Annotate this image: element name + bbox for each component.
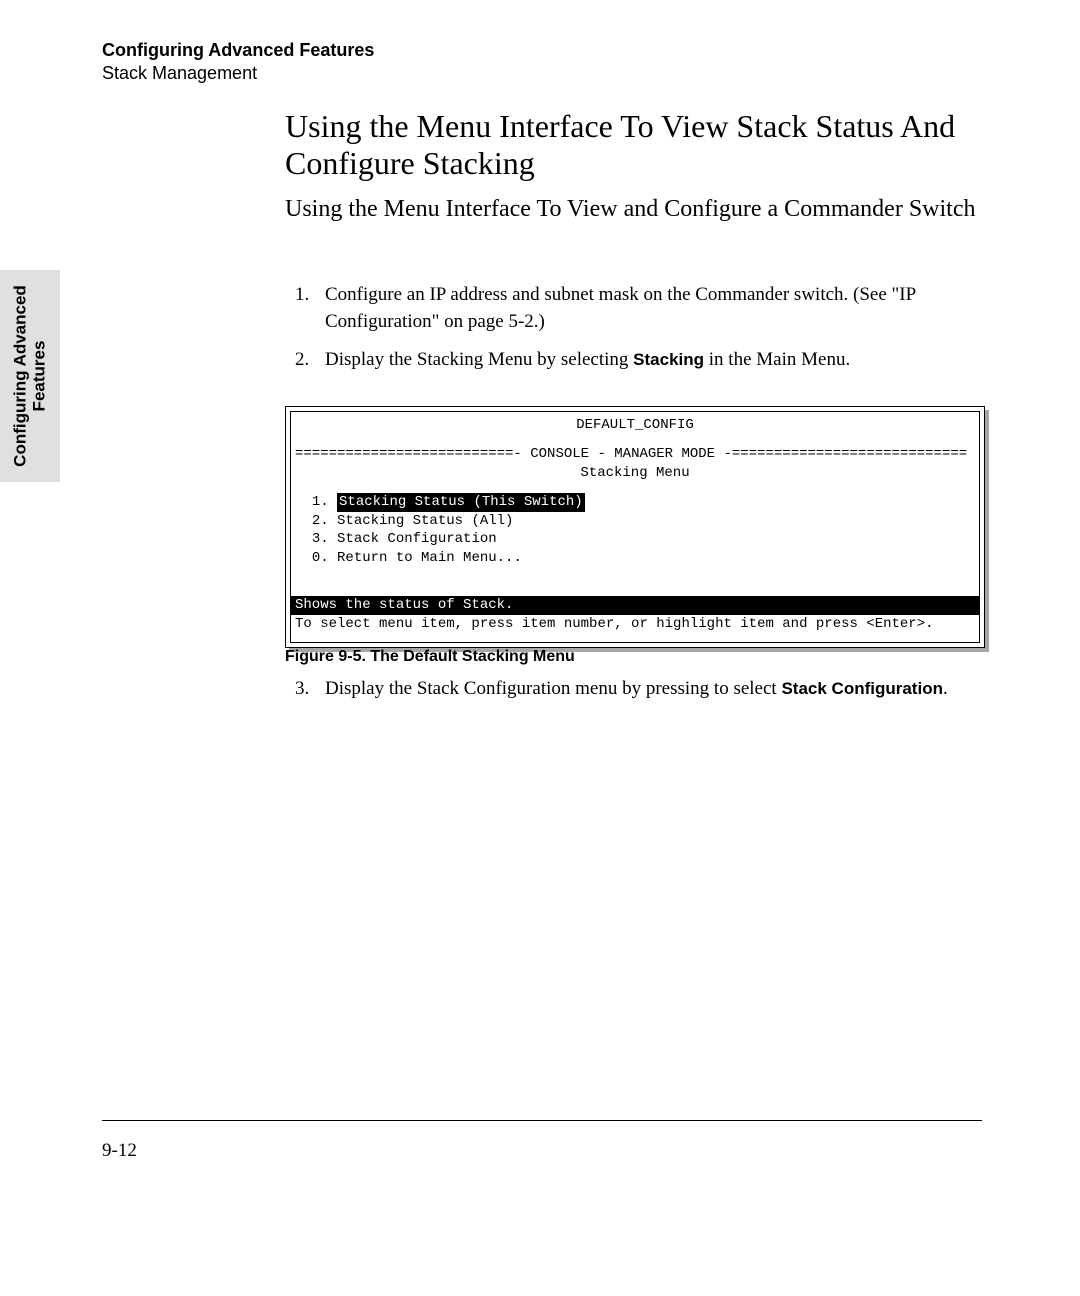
ordered-steps: 1. Configure an IP address and subnet ma… xyxy=(295,282,985,386)
running-header: Configuring Advanced Features Stack Mana… xyxy=(102,40,374,84)
step-3-text: Display the Stack Configuration menu by … xyxy=(325,676,985,703)
step-1-text: Configure an IP address and subnet mask … xyxy=(325,282,985,335)
step-3-bold: Stack Configuration xyxy=(781,679,943,698)
side-tab-line1: Configuring Advanced xyxy=(10,285,29,467)
step-3-pre: Display the Stack Configuration menu by … xyxy=(325,678,781,699)
terminal-item-0: 0. Return to Main Menu... xyxy=(291,549,979,568)
side-tab-line2: Features xyxy=(30,285,49,467)
terminal-blank3 xyxy=(291,568,979,596)
terminal-title: DEFAULT_CONFIG xyxy=(291,416,979,435)
terminal-item-3: 3. Stack Configuration xyxy=(291,530,979,549)
h2-text: Using the Menu Interface To View and Con… xyxy=(285,195,985,224)
step-3-wrap: 3. Display the Stack Configuration menu … xyxy=(295,676,985,715)
header-subtitle: Stack Management xyxy=(102,63,374,84)
step-3-num: 3. xyxy=(295,676,325,703)
step-2-post: in the Main Menu. xyxy=(704,349,850,370)
terminal-item-3-text: 3. Stack Configuration xyxy=(312,531,497,547)
step-2-num: 2. xyxy=(295,347,325,374)
step-1-num: 1. xyxy=(295,282,325,335)
terminal-item-0-text: 0. Return to Main Menu... xyxy=(312,550,522,566)
terminal-screenshot: DEFAULT_CONFIG =========================… xyxy=(285,406,985,648)
terminal-blank xyxy=(291,435,979,445)
terminal-item-1: 1. Stacking Status (This Switch) xyxy=(291,493,979,512)
step-3: 3. Display the Stack Configuration menu … xyxy=(295,676,985,703)
step-2-bold: Stacking xyxy=(633,350,704,369)
terminal-rule-right: -============================ xyxy=(715,446,967,462)
terminal-inner: DEFAULT_CONFIG =========================… xyxy=(290,411,980,643)
terminal-blank2 xyxy=(291,483,979,493)
terminal-item-1-num: 1. xyxy=(312,494,329,510)
figure-caption: Figure 9-5. The Default Stacking Menu xyxy=(285,648,575,666)
page-number: 9-12 xyxy=(102,1140,137,1162)
terminal-hint: To select menu item, press item number, … xyxy=(291,615,979,634)
footer-rule xyxy=(102,1120,982,1121)
terminal-rule: ==========================- CONSOLE - MA… xyxy=(291,445,979,464)
subsection-heading: Using the Menu Interface To View and Con… xyxy=(285,195,985,224)
step-1: 1. Configure an IP address and subnet ma… xyxy=(295,282,985,335)
terminal-rule-left: ==========================- xyxy=(295,446,530,462)
step-3-post: . xyxy=(943,678,948,699)
side-tab-text: Configuring Advanced Features xyxy=(11,285,48,467)
terminal-item-2-text: 2. Stacking Status (All) xyxy=(312,513,514,529)
section-heading: Using the Menu Interface To View Stack S… xyxy=(285,108,985,182)
terminal-item-1-selected: Stacking Status (This Switch) xyxy=(337,493,585,512)
side-tab: Configuring Advanced Features xyxy=(0,270,60,482)
step-2: 2. Display the Stacking Menu by selectin… xyxy=(295,347,985,374)
terminal-rule-mid: CONSOLE - MANAGER MODE xyxy=(530,446,715,462)
terminal-item-2: 2. Stacking Status (All) xyxy=(291,512,979,531)
step-2-text: Display the Stacking Menu by selecting S… xyxy=(325,347,985,374)
h1-text: Using the Menu Interface To View Stack S… xyxy=(285,108,985,182)
page: Configuring Advanced Features Configurin… xyxy=(0,0,1080,1296)
terminal-submenu: Stacking Menu xyxy=(291,464,979,483)
terminal-status-bar: Shows the status of Stack. xyxy=(291,596,979,615)
step-2-pre: Display the Stacking Menu by selecting xyxy=(325,349,633,370)
header-title: Configuring Advanced Features xyxy=(102,40,374,61)
terminal-blank4 xyxy=(291,634,979,640)
